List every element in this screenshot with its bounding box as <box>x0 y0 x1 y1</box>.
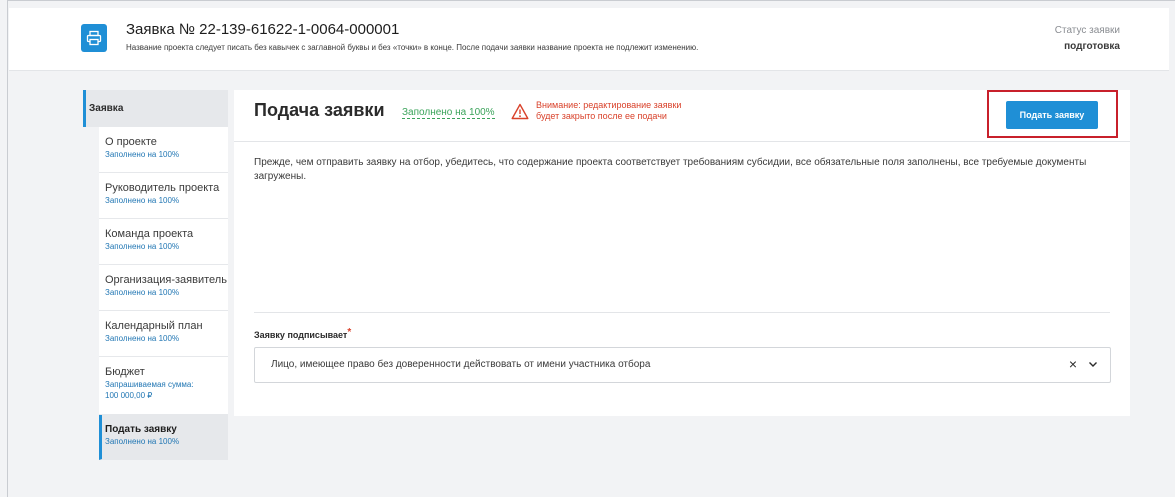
divider <box>234 141 1130 142</box>
application-title: Заявка № 22-139-61622-1-0064-000001 <box>126 21 400 38</box>
signer-select-value: Лицо, имеющее право без доверенности дей… <box>271 359 651 370</box>
sidebar-item-label: Бюджет <box>105 366 145 378</box>
chevron-down-icon[interactable] <box>1088 359 1098 369</box>
sidebar-item-submit[interactable]: Подать заявку Заполнено на 100% <box>99 415 228 460</box>
sidebar-item-label: О проекте <box>105 136 157 148</box>
sidebar-item-label: Руководитель проекта <box>105 182 220 194</box>
sidebar-item-label: Команда проекта <box>105 228 194 240</box>
sidebar-nav: Заявка О проекте Заполнено на 100% Руков… <box>83 90 228 460</box>
sidebar-item-status: Заполнено на 100% <box>105 150 180 159</box>
sidebar-item-amount: 100 000,00 ₽ <box>105 391 153 400</box>
sidebar-item-status: Заполнено на 100% <box>105 288 180 297</box>
application-hint: Название проекта следует писать без кавы… <box>126 43 699 52</box>
submit-button-highlight: Подать заявку <box>987 90 1118 138</box>
sidebar-item-calendar-plan[interactable]: Календарный план Заполнено на 100% <box>99 311 228 357</box>
signer-label-text: Заявку подписывает <box>254 330 348 340</box>
status-label: Статус заявки <box>1054 25 1120 36</box>
sidebar-item-about[interactable]: О проекте Заполнено на 100% <box>99 127 228 173</box>
sidebar-item-status: Запрашиваемая сумма: <box>105 380 194 389</box>
status-value: подготовка <box>1064 41 1120 52</box>
divider <box>254 312 1110 313</box>
warning-line-1: Внимание: редактирование заявки <box>536 100 682 110</box>
warning-icon <box>511 103 529 120</box>
completion-status: Заполнено на 100% <box>402 107 495 119</box>
signer-field-label: Заявку подписывает* <box>254 327 352 341</box>
sidebar-item-organization[interactable]: Организация-заявитель Заполнено на 100% <box>99 265 228 311</box>
sidebar-item-label: Организация-заявитель <box>105 274 227 286</box>
printer-icon[interactable] <box>81 24 107 52</box>
required-marker: * <box>347 327 352 338</box>
sidebar-item-status: Заполнено на 100% <box>105 242 180 251</box>
sidebar-item-project-lead[interactable]: Руководитель проекта Заполнено на 100% <box>99 173 228 219</box>
clear-icon[interactable]: × <box>1069 356 1077 372</box>
sidebar-item-label: Календарный план <box>105 320 203 332</box>
sidebar-section-application[interactable]: Заявка <box>83 90 228 127</box>
sidebar-item-status: Заполнено на 100% <box>105 196 180 205</box>
window-left-border <box>7 0 8 497</box>
sidebar-item-team[interactable]: Команда проекта Заполнено на 100% <box>99 219 228 265</box>
warning-message: Внимание: редактирование заявки будет за… <box>536 100 736 122</box>
submission-instructions: Прежде, чем отправить заявку на отбор, у… <box>254 157 1087 182</box>
window-top-border <box>7 0 1175 1</box>
warning-line-2: будет закрыто после ее подачи <box>536 111 667 121</box>
application-header: Заявка № 22-139-61622-1-0064-000001 Назв… <box>9 8 1169 71</box>
sidebar-item-status: Заполнено на 100% <box>105 437 180 446</box>
sidebar-item-budget[interactable]: Бюджет Запрашиваемая сумма: 100 000,00 ₽ <box>99 357 228 415</box>
submission-panel: Подача заявки Заполнено на 100% Внимание… <box>234 90 1130 416</box>
page-title: Подача заявки <box>254 100 385 120</box>
sidebar-item-label: Подать заявку <box>105 424 177 435</box>
sidebar-item-status: Заполнено на 100% <box>105 334 180 343</box>
submit-application-button[interactable]: Подать заявку <box>1006 101 1098 129</box>
signer-select[interactable]: Лицо, имеющее право без доверенности дей… <box>254 347 1111 383</box>
